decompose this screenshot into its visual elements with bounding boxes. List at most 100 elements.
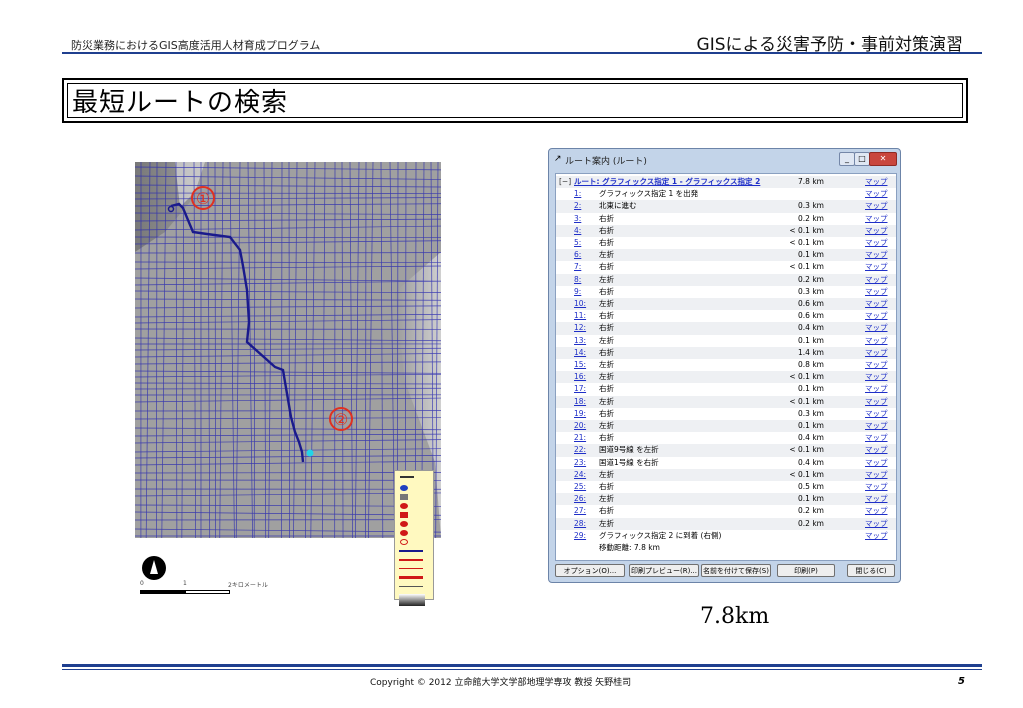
step-map-link[interactable]: マップ <box>865 396 888 408</box>
step-instruction: 右折 <box>599 408 614 418</box>
direction-row: 3: 右折 0.2 km マップ <box>556 213 896 225</box>
direction-row: 16: 左折 < 0.1 km マップ <box>556 371 896 384</box>
direction-row: 25: 右折 0.5 km マップ <box>556 481 896 493</box>
direction-row: 8: 左折 0.2 km マップ <box>556 273 896 286</box>
step-distance: 0.3 km <box>798 286 824 296</box>
direction-row: 6: 左折 0.1 km マップ <box>556 249 896 262</box>
step-map-link[interactable]: マップ <box>865 237 888 249</box>
step-number-link[interactable]: 21: <box>574 432 586 444</box>
step-instruction: 右折 <box>599 482 614 491</box>
options-button[interactable]: オプション(O)... <box>555 564 625 577</box>
step-instruction: 国道9号線 を左折 <box>599 445 659 455</box>
step-instruction: 右折 <box>599 238 614 247</box>
step-number-link[interactable]: 24: <box>574 469 586 481</box>
step-number-link[interactable]: 2: <box>574 200 581 212</box>
step-number-link[interactable]: 7: <box>574 261 581 273</box>
step-map-link[interactable]: マップ <box>865 481 888 493</box>
north-arrow-icon <box>142 556 166 580</box>
save-as-button[interactable]: 名前を付けて保存(S) <box>701 564 771 577</box>
step-map-link[interactable]: マップ <box>865 469 888 481</box>
step-number-link[interactable]: 1: <box>574 188 581 200</box>
step-number-link[interactable]: 25: <box>574 481 586 493</box>
scale-bar <box>140 590 230 594</box>
step-map-link[interactable]: マップ <box>865 225 888 237</box>
step-number-link[interactable]: 22: <box>574 444 586 456</box>
step-instruction: 右折 <box>599 384 614 394</box>
minimize-button[interactable]: _ <box>839 152 855 166</box>
step-number-link[interactable]: 19: <box>574 408 586 420</box>
step-map-link[interactable]: マップ <box>865 213 888 225</box>
step-number-link[interactable]: 8: <box>574 274 581 286</box>
step-distance: 0.8 km <box>798 360 824 369</box>
step-instruction: 右折 <box>599 311 614 321</box>
step-map-link[interactable]: マップ <box>865 335 888 347</box>
step-map-link[interactable]: マップ <box>865 322 888 334</box>
step-map-link[interactable]: マップ <box>865 457 888 469</box>
step-distance: 0.1 km <box>798 421 824 430</box>
step-number-link[interactable]: 29: <box>574 530 586 542</box>
step-map-link[interactable]: マップ <box>865 444 888 456</box>
step-number-link[interactable]: 20: <box>574 420 586 432</box>
step-number-link[interactable]: 16: <box>574 371 586 383</box>
route-map-link[interactable]: マップ <box>865 176 888 188</box>
step-number-link[interactable]: 3: <box>574 213 581 225</box>
print-button[interactable]: 印刷(P) <box>777 564 835 577</box>
step-instruction: 左折 <box>599 421 614 430</box>
step-map-link[interactable]: マップ <box>865 530 888 542</box>
step-map-link[interactable]: マップ <box>865 420 888 432</box>
step-instruction: 右折 <box>599 323 614 333</box>
step-number-link[interactable]: 23: <box>574 457 586 469</box>
step-number-link[interactable]: 11: <box>574 310 586 322</box>
route-icon: ↗ <box>554 154 562 164</box>
step-map-link[interactable]: マップ <box>865 347 888 359</box>
step-distance: 0.6 km <box>798 311 824 321</box>
step-map-link[interactable]: マップ <box>865 249 888 261</box>
step-map-link[interactable]: マップ <box>865 261 888 273</box>
step-map-link[interactable]: マップ <box>865 200 888 212</box>
step-number-link[interactable]: 26: <box>574 493 586 505</box>
step-map-link[interactable]: マップ <box>865 408 888 420</box>
step-instruction: 左折 <box>599 469 614 479</box>
print-preview-button[interactable]: 印刷プレビュー(R)... <box>629 564 699 577</box>
step-map-link[interactable]: マップ <box>865 188 888 200</box>
step-number-link[interactable]: 28: <box>574 518 586 530</box>
step-number-link[interactable]: 13: <box>574 335 586 347</box>
route-distance-label: 7.8km <box>700 604 770 629</box>
step-map-link[interactable]: マップ <box>865 371 888 383</box>
step-map-link[interactable]: マップ <box>865 493 888 505</box>
step-number-link[interactable]: 18: <box>574 396 586 408</box>
marker-start: ① <box>196 189 210 208</box>
close-window-button[interactable]: ✕ <box>869 152 897 166</box>
step-number-link[interactable]: 9: <box>574 286 581 298</box>
close-button[interactable]: 閉じる(C) <box>847 564 895 577</box>
step-number-link[interactable]: 27: <box>574 505 586 517</box>
step-map-link[interactable]: マップ <box>865 383 888 395</box>
step-number-link[interactable]: 15: <box>574 359 586 371</box>
window-title: ルート案内 (ルート) <box>565 157 647 167</box>
step-number-link[interactable]: 12: <box>574 322 586 334</box>
step-number-link[interactable]: 4: <box>574 225 581 237</box>
step-distance: 1.4 km <box>798 347 824 357</box>
step-distance: 0.6 km <box>798 299 824 308</box>
step-map-link[interactable]: マップ <box>865 518 888 530</box>
step-number-link[interactable]: 17: <box>574 383 586 395</box>
maximize-button[interactable]: □ <box>854 152 870 166</box>
step-map-link[interactable]: マップ <box>865 505 888 517</box>
step-map-link[interactable]: マップ <box>865 286 888 298</box>
step-number-link[interactable]: 5: <box>574 237 581 249</box>
direction-row: 22: 国道9号線 を左折 < 0.1 km マップ <box>556 444 896 457</box>
step-number-link[interactable]: 14: <box>574 347 586 359</box>
step-number-link[interactable]: 6: <box>574 249 581 261</box>
step-map-link[interactable]: マップ <box>865 298 888 310</box>
step-map-link[interactable]: マップ <box>865 310 888 322</box>
direction-row: 18: 左折 < 0.1 km マップ <box>556 395 896 408</box>
step-map-link[interactable]: マップ <box>865 359 888 371</box>
collapse-toggle[interactable]: [−] <box>559 176 571 188</box>
scale-label-end: 2キロメートル <box>228 582 268 589</box>
step-number-link[interactable]: 10: <box>574 298 586 310</box>
route-name-link[interactable]: ルート: グラフィックス指定 1 - グラフィックス指定 2 <box>574 176 760 188</box>
step-map-link[interactable]: マップ <box>865 274 888 286</box>
step-instruction: 左折 <box>599 299 614 308</box>
step-map-link[interactable]: マップ <box>865 432 888 444</box>
direction-row: 21: 右折 0.4 km マップ <box>556 432 896 444</box>
